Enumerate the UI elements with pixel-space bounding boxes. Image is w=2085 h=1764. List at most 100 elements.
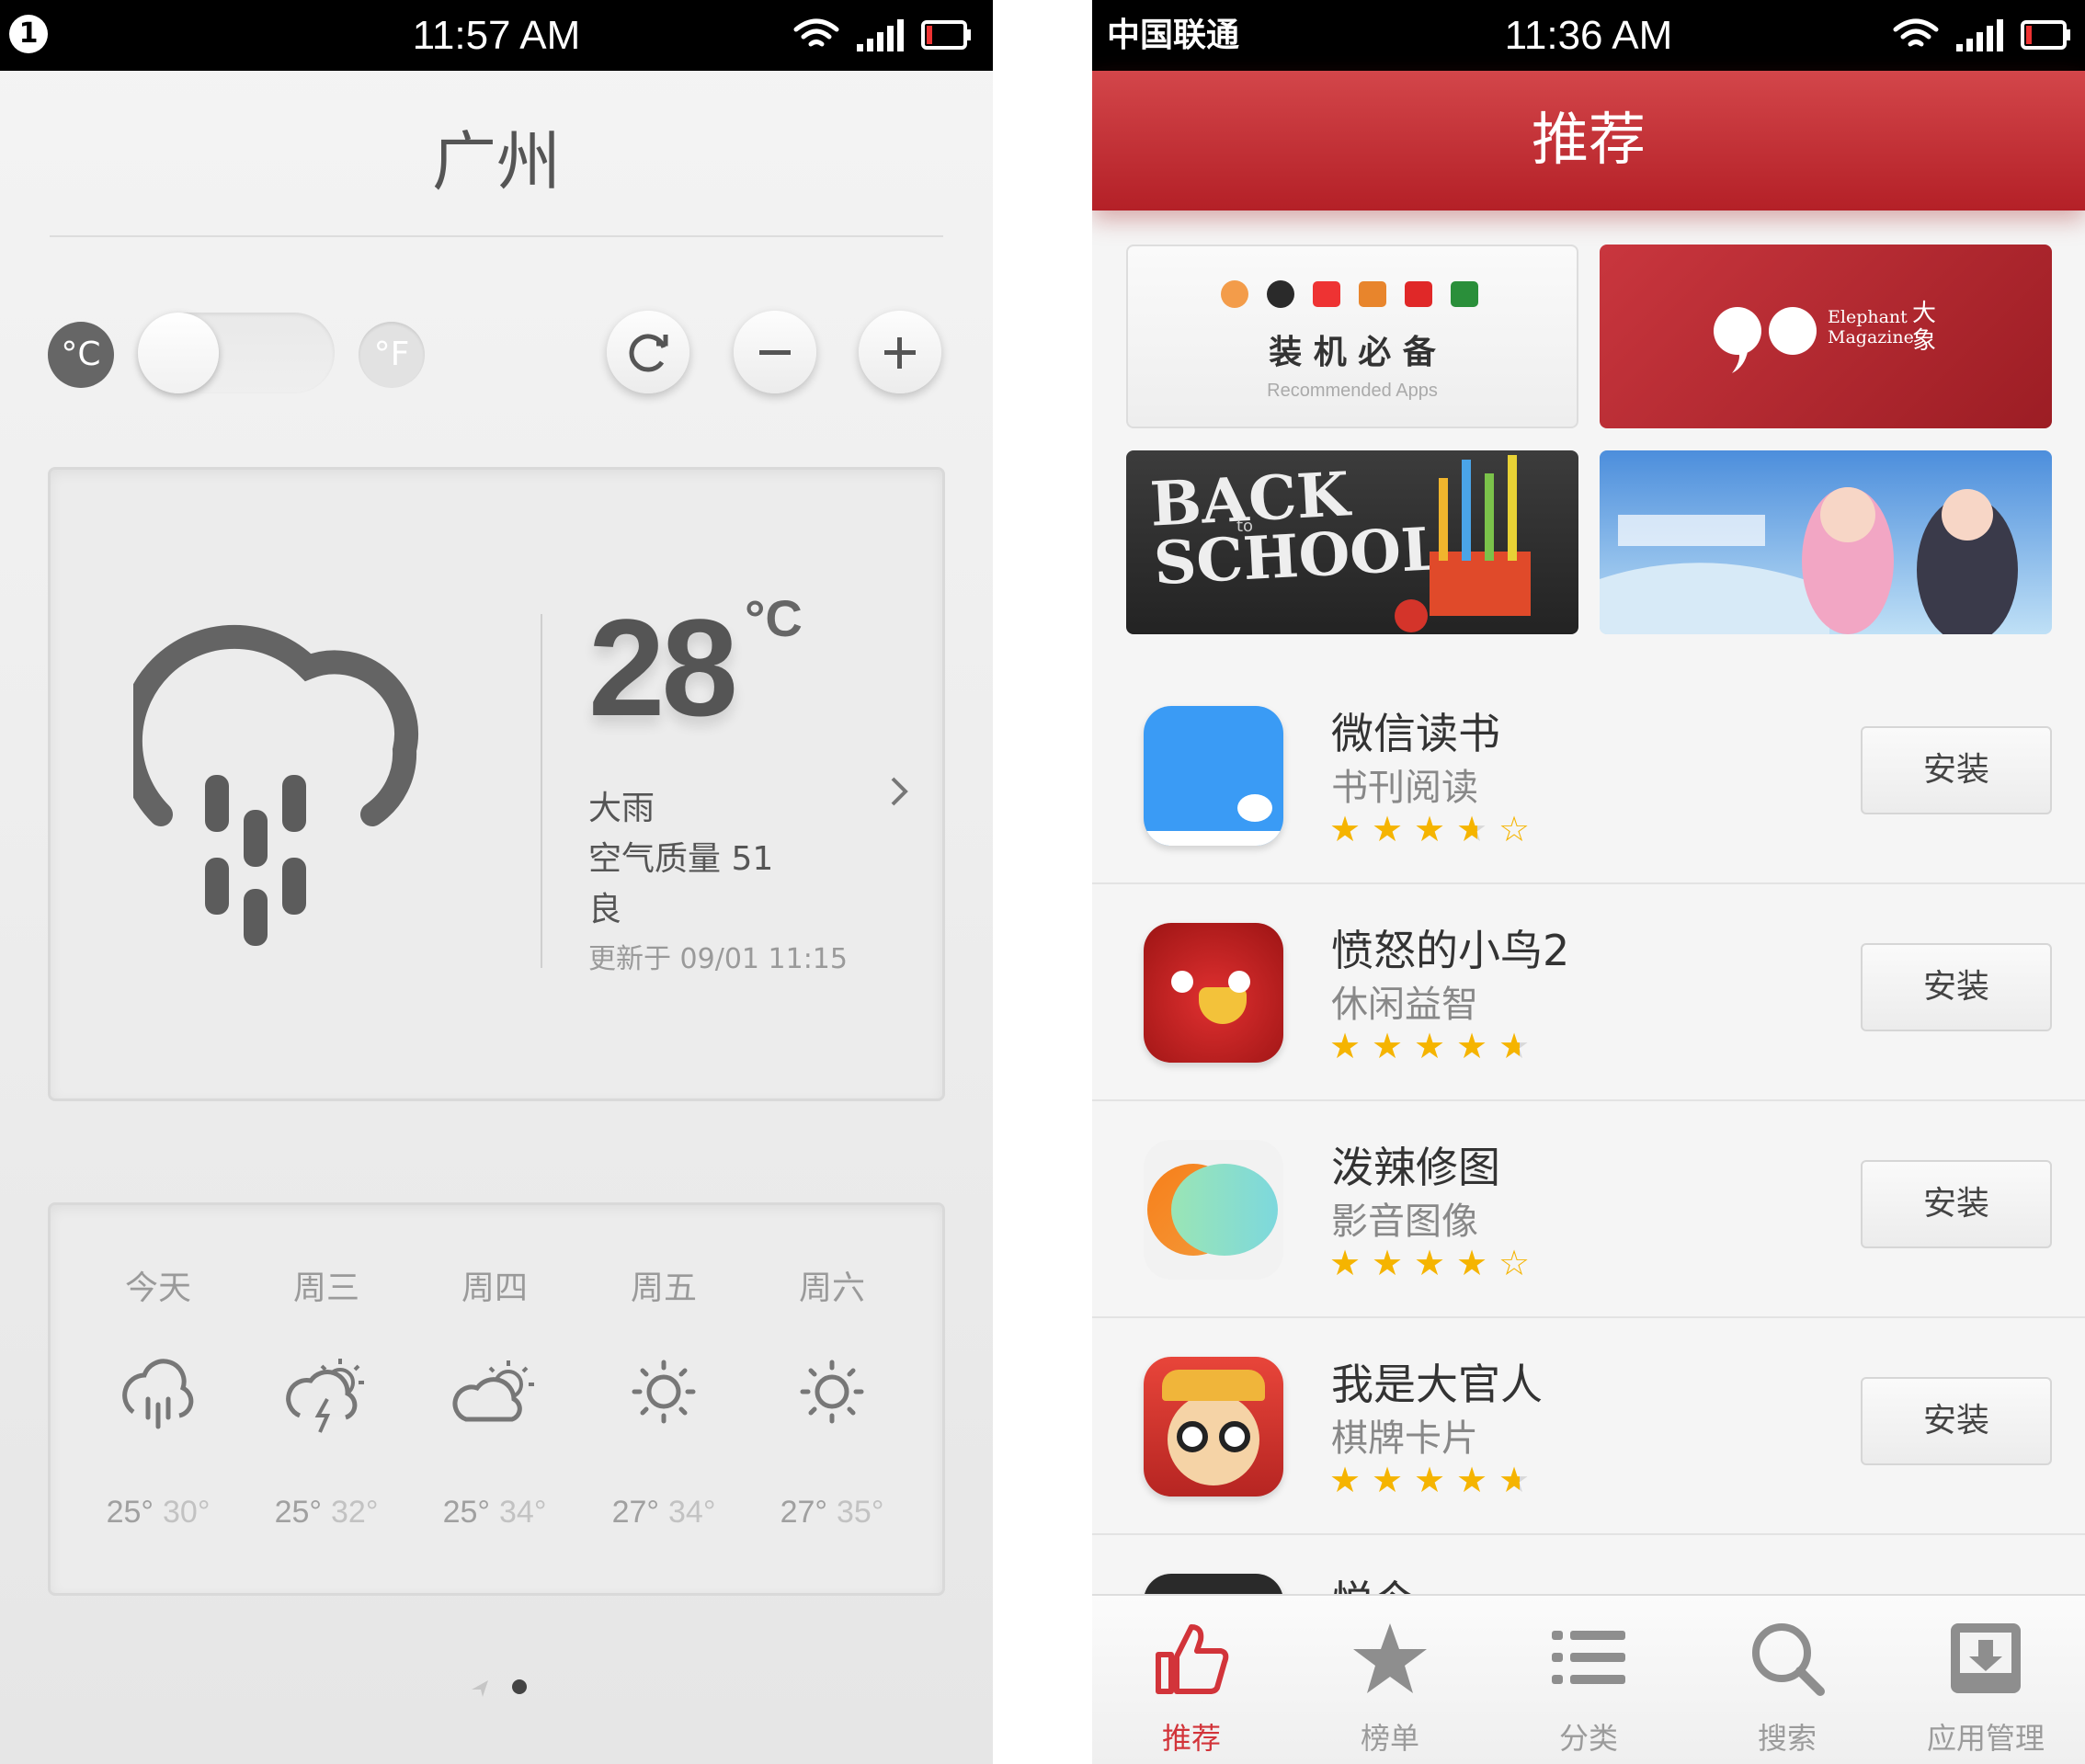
tab-label: 榜单 [1360,1721,1419,1756]
install-button[interactable]: 安装 [1861,726,2052,814]
add-city-button[interactable] [859,311,941,393]
banner-elephant-magazine[interactable]: Elephant Magazine 大象 [1600,245,2052,428]
banner-recommended-apps[interactable]: 装 机 必 备 Recommended Apps [1126,245,1578,428]
forecast-temps: 25° 30° [80,1495,236,1531]
star-icon: ★ [1372,1026,1407,1066]
heavy-rain-icon [133,624,418,946]
air-quality-level: 良 [588,891,622,928]
banner-title: 装 机 必 备 [1269,334,1436,371]
download-box-icon [1951,1623,2021,1693]
app-name[interactable]: 愤怒的小鸟2 [1331,917,1569,978]
chevron-right-icon[interactable] [885,773,913,810]
fahrenheit-button[interactable]: °F [359,322,425,388]
star-icon: ★ [1456,1026,1492,1066]
plus-icon [884,337,916,369]
signal-icon [857,19,904,51]
angry-birds-icon[interactable] [1144,923,1283,1063]
bottom-tab-bar: 推荐 榜单 分类 搜索 应用管理 [1092,1594,2085,1764]
tab-search[interactable]: 搜索 [1688,1596,1886,1764]
app-name[interactable]: 泼辣修图 [1331,1134,1500,1195]
forecast-day: 周三 [292,1269,359,1307]
list-icon [1552,1631,1625,1684]
rating-stars: ★ ★ ★ ★ ★ [1329,1460,1541,1500]
star-icon: ★ [1498,1460,1541,1500]
tab-rankings[interactable]: 榜单 [1291,1596,1489,1764]
refresh-icon [629,334,668,372]
star-icon: ★ [1414,1026,1450,1066]
page-dot-active [512,1679,527,1694]
star-icon: ☆ [1498,809,1534,849]
game-character-icon[interactable] [1144,1357,1283,1497]
rating-stars: ★ ★ ★ ★ ☆ [1329,809,1541,849]
forecast-high: 34° [499,1495,547,1530]
app-name[interactable]: 微信读书 [1331,700,1500,761]
tab-label: 分类 [1558,1721,1618,1756]
status-bar: 中国联通 11:36 AM [1092,0,2085,71]
magazine-logo-icon [1714,307,1817,373]
forecast-low: 27° [780,1495,827,1530]
magazine-name-line1: Elephant [1828,307,1908,327]
star-icon: ★ [1414,1243,1450,1283]
forecast-day: 周五 [630,1269,697,1307]
page-title: 推荐 [1092,71,2085,211]
sun-icon [800,1360,864,1424]
page-indicator[interactable] [464,1671,538,1699]
forecast-day: 周四 [461,1269,528,1307]
wifi-icon [793,18,839,47]
tab-label: 推荐 [1161,1721,1221,1756]
forecast-low: 25° [442,1495,490,1530]
weather-condition: 大雨 [588,790,655,827]
battery-icon [2021,20,2070,50]
celsius-button[interactable]: °C [48,322,114,388]
magazine-name-line2: Magazine [1828,327,1914,347]
install-button[interactable]: 安装 [1861,1377,2052,1465]
star-icon: ★ [1456,1460,1492,1500]
forecast-low: 25° [274,1495,322,1530]
signal-icon [1956,19,2003,51]
star-icon: ★ [1329,1243,1365,1283]
forecast-day: 今天 [124,1269,191,1307]
wechat-read-icon[interactable] [1144,706,1283,846]
tab-recommended[interactable]: 推荐 [1092,1596,1291,1764]
polarr-icon[interactable] [1144,1140,1283,1280]
app-row[interactable]: 微信读书 书刊阅读 ★ ★ ★ ★ ☆ 安装 [1092,667,2085,884]
banner-back-to-school[interactable]: BACK to SCHOOL [1126,450,1578,634]
app-row[interactable]: 愤怒的小鸟2 休闲益智 ★ ★ ★ ★ ★ 安装 [1092,884,2085,1101]
city-title: 广州 [432,124,561,199]
remove-city-button[interactable] [734,311,816,393]
thunder-sun-icon [286,1359,364,1433]
star-icon: ★ [1414,809,1450,849]
app-row[interactable]: 我是大官人 棋牌卡片 ★ ★ ★ ★ ★ 安装 [1092,1318,2085,1535]
unit-toggle[interactable] [138,313,335,393]
tab-categories[interactable]: 分类 [1489,1596,1688,1764]
forecast-high: 35° [837,1495,884,1530]
magazine-name-cn: 大象 [1912,300,1937,355]
rain-icon [122,1359,194,1429]
tab-app-management[interactable]: 应用管理 [1886,1596,2085,1764]
school-supplies-image [1395,455,1531,632]
star-icon: ★ [1329,809,1365,849]
forecast-temps: 25° 34° [416,1495,573,1531]
forecast-temps: 27° 35° [754,1495,910,1531]
app-store-screen: 中国联通 11:36 AM 推荐 装 机 必 备 Recommended App… [1092,0,2085,1764]
forecast-high: 30° [163,1495,211,1530]
toggle-knob[interactable] [138,313,219,393]
air-quality: 空气质量 51 [588,840,774,878]
weather-screen: 1 11:57 AM 广州 °C °F 28 °C 大雨 空气质量 51 良 更… [0,0,993,1764]
forecast-day: 周六 [798,1269,865,1307]
app-category: 休闲益智 [1331,984,1478,1026]
star-icon: ★ [1456,809,1498,849]
forecast-low: 25° [106,1495,154,1530]
banner-anime-game[interactable] [1600,450,2052,634]
battery-icon [921,20,971,50]
star-icon: ★ [1329,1026,1365,1066]
install-button[interactable]: 安装 [1861,943,2052,1031]
refresh-button[interactable] [607,311,689,393]
current-weather-card[interactable] [48,467,945,1101]
install-button[interactable]: 安装 [1861,1160,2052,1248]
forecast-temps: 27° 34° [586,1495,742,1531]
app-row[interactable]: 泼辣修图 影音图像 ★ ★ ★ ★ ☆ 安装 [1092,1101,2085,1318]
status-bar: 1 11:57 AM [0,0,993,71]
app-category: 影音图像 [1331,1201,1478,1243]
app-name[interactable]: 我是大官人 [1331,1351,1543,1412]
